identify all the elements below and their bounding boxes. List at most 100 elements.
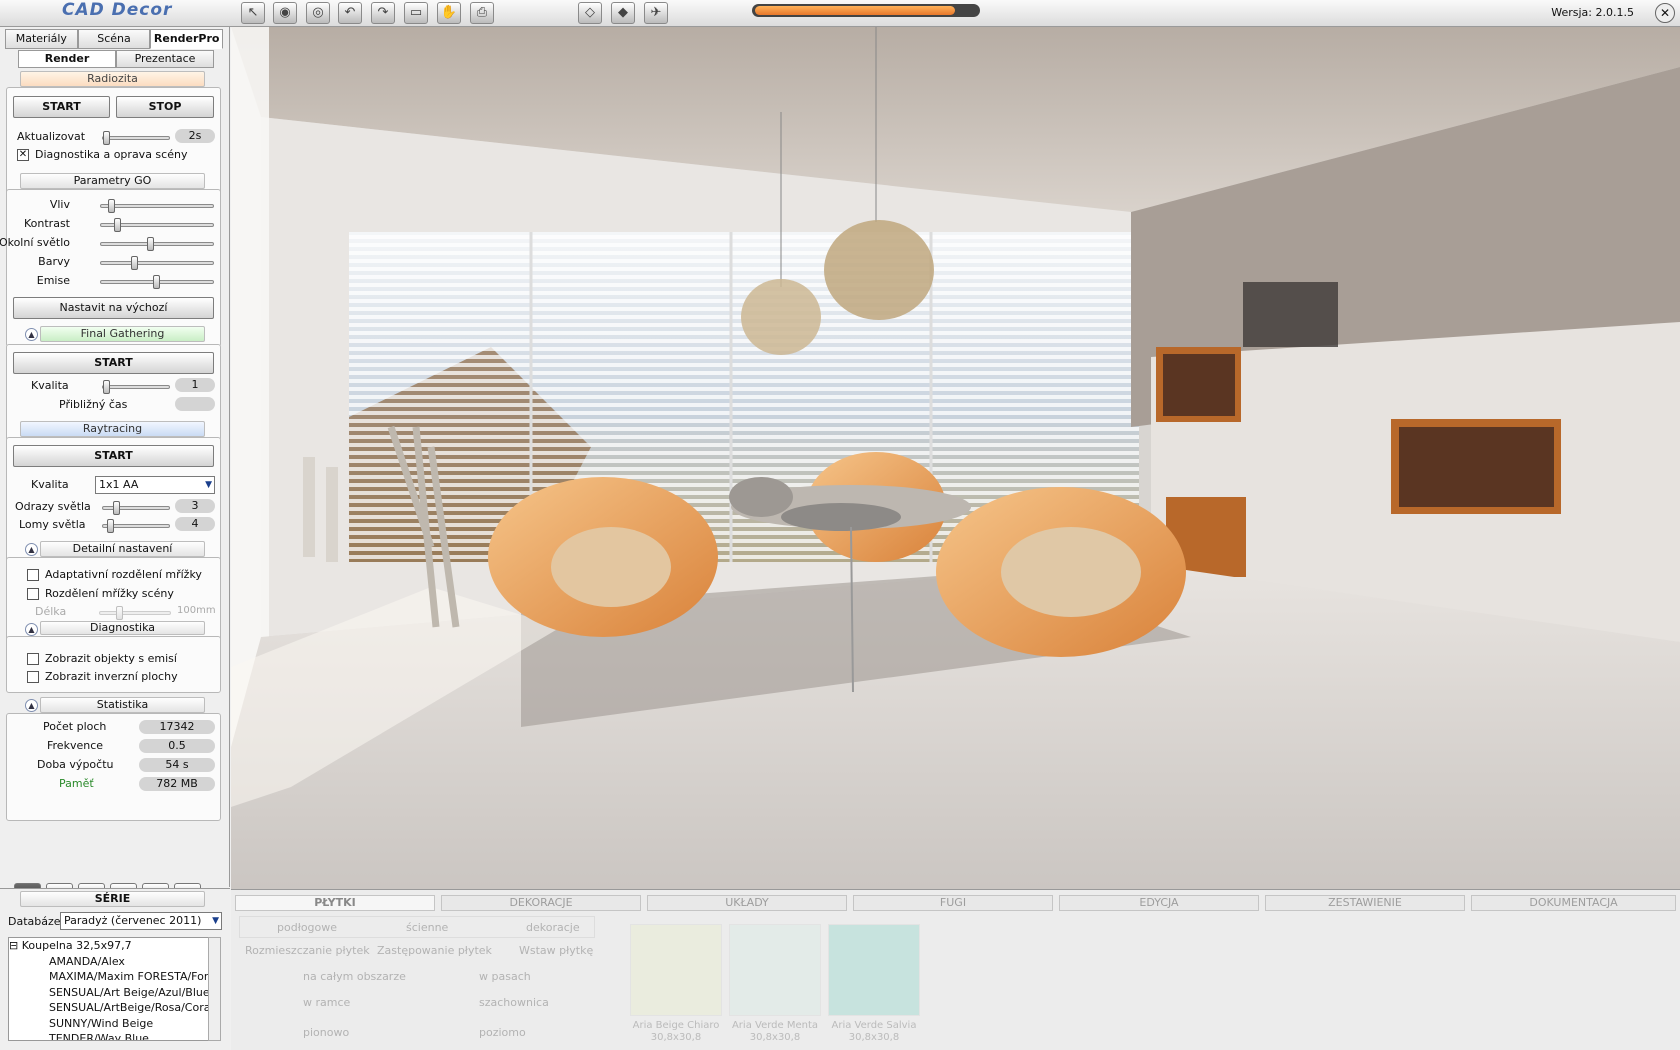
- tree-scrollbar[interactable]: [208, 937, 221, 1041]
- database-select[interactable]: Paradyż (červenec 2011) ▼: [60, 912, 222, 930]
- option-stripes[interactable]: w pasach: [479, 970, 531, 983]
- subtab-replace[interactable]: Zastępowanie płytek: [377, 944, 492, 957]
- cube-solid-icon[interactable]: ◆: [611, 2, 635, 24]
- go-slider-3[interactable]: [100, 256, 214, 270]
- detail-collapse-icon[interactable]: ▲: [25, 543, 38, 556]
- radiosity-stop-button[interactable]: STOP: [116, 96, 214, 118]
- tile-swatch-1[interactable]: [729, 924, 821, 1016]
- eye-icon[interactable]: ◉: [273, 2, 297, 24]
- tile-swatch-0[interactable]: [630, 924, 722, 1016]
- cube-wire-icon[interactable]: ◇: [578, 2, 602, 24]
- fg-quality-knob[interactable]: [103, 380, 110, 394]
- tab-edycja[interactable]: EDYCJA: [1059, 895, 1259, 911]
- diag-collapse-icon[interactable]: ▲: [25, 623, 38, 636]
- tab-materials[interactable]: Materiály: [5, 29, 78, 49]
- go-slider-knob-1[interactable]: [113, 218, 121, 232]
- series-header[interactable]: SÉRIE: [20, 891, 205, 907]
- mode-wall[interactable]: ścienne: [406, 921, 448, 934]
- update-label: Aktualizovat: [17, 130, 86, 143]
- go-label-2: Okolní světlo: [0, 236, 70, 249]
- go-slider-knob-2[interactable]: [147, 237, 155, 251]
- tree-item[interactable]: SENSUAL/ArtBeige/Rosa/Cora: [9, 1000, 210, 1016]
- tab-dekoracje[interactable]: DEKORACJE: [441, 895, 641, 911]
- tree-item[interactable]: SENSUAL/Art Beige/Azul/Blue: [9, 985, 210, 1001]
- diagnostics-checkbox[interactable]: ✕: [17, 149, 29, 161]
- tree-collapse-icon[interactable]: ⊟: [9, 939, 18, 952]
- adaptive-grid-checkbox[interactable]: [27, 569, 39, 581]
- radiosity-start-button[interactable]: START: [13, 96, 110, 118]
- eye-alt-icon[interactable]: ◎: [306, 2, 330, 24]
- mode-floor[interactable]: podłogowe: [277, 921, 337, 934]
- close-icon[interactable]: ✕: [1655, 3, 1675, 23]
- tree-item[interactable]: MAXIMA/Maxim FORESTA/For: [9, 969, 210, 985]
- detail-header[interactable]: Detailní nastavení: [40, 541, 205, 557]
- tree-item[interactable]: TENDER/Way Blue: [9, 1031, 210, 1040]
- chevron-down-icon: ▼: [212, 916, 219, 926]
- fg-collapse-icon[interactable]: ▲: [25, 328, 38, 341]
- print-icon[interactable]: ⎙: [470, 2, 494, 24]
- series-tree[interactable]: ⊟ Koupelna 32,5x97,7 AMANDA/Alex MAXIMA/…: [8, 937, 211, 1041]
- reset-defaults-button[interactable]: Nastavit na výchozí: [13, 297, 214, 319]
- tree-item[interactable]: AMANDA/Alex: [9, 954, 210, 970]
- go-slider-1[interactable]: [100, 218, 214, 232]
- go-slider-knob-4[interactable]: [153, 275, 160, 289]
- subtab-placement[interactable]: Rozmieszczanie płytek: [245, 944, 370, 957]
- option-vertical[interactable]: pionowo: [303, 1026, 349, 1039]
- update-slider-knob[interactable]: [103, 131, 110, 145]
- refractions-knob[interactable]: [107, 519, 114, 533]
- tree-item[interactable]: SUNNY/Wind Beige: [9, 1016, 210, 1032]
- tab-scene[interactable]: Scéna: [77, 29, 151, 49]
- tab-dokumentacja[interactable]: DOKUMENTACJA: [1471, 895, 1676, 911]
- show-inverse-checkbox[interactable]: [27, 671, 39, 683]
- render-viewport[interactable]: [231, 27, 1680, 889]
- tab-render[interactable]: Render: [18, 50, 116, 68]
- fg-header[interactable]: Final Gathering: [40, 326, 205, 342]
- stats-header[interactable]: Statistika: [40, 697, 205, 713]
- go-slider-2[interactable]: [100, 237, 214, 251]
- scene-grid-checkbox[interactable]: [27, 588, 39, 600]
- option-horizontal[interactable]: poziomo: [479, 1026, 526, 1039]
- pointer-icon[interactable]: ↖: [241, 2, 265, 24]
- hand-icon[interactable]: ✋: [437, 2, 461, 24]
- raytracing-start-button[interactable]: START: [13, 445, 214, 467]
- redo-icon[interactable]: ↷: [371, 2, 395, 24]
- option-checker[interactable]: szachownica: [479, 996, 549, 1009]
- show-inverse-label: Zobrazit inverzní plochy: [45, 670, 178, 683]
- tab-renderpro[interactable]: RenderPro: [150, 29, 224, 49]
- render-settings-panel: Materiály Scéna RenderPro Render Prezent…: [0, 27, 230, 908]
- reflections-knob[interactable]: [113, 501, 120, 515]
- diag-panel: Zobrazit objekty s emisí Zobrazit inverz…: [6, 636, 221, 693]
- update-slider[interactable]: [102, 131, 170, 145]
- go-slider-knob-3[interactable]: [130, 256, 138, 270]
- tab-fugi[interactable]: FUGI: [853, 895, 1053, 911]
- length-knob[interactable]: [116, 606, 123, 620]
- mode-decor[interactable]: dekoracje: [526, 921, 580, 934]
- go-slider-4[interactable]: [100, 275, 214, 289]
- raytracing-header[interactable]: Raytracing: [20, 421, 205, 437]
- frame-icon[interactable]: ▭: [404, 2, 428, 24]
- rt-quality-select[interactable]: 1x1 AA ▼: [95, 476, 215, 494]
- length-slider[interactable]: [99, 606, 171, 620]
- tile-swatch-2[interactable]: [828, 924, 920, 1016]
- show-emit-checkbox[interactable]: [27, 653, 39, 665]
- radiosity-header[interactable]: Radiozita: [20, 71, 205, 87]
- tree-root-node[interactable]: ⊟ Koupelna 32,5x97,7: [9, 938, 210, 954]
- tab-plytki[interactable]: PŁYTKI: [235, 895, 435, 911]
- undo-icon[interactable]: ↶: [338, 2, 362, 24]
- stats-collapse-icon[interactable]: ▲: [25, 699, 38, 712]
- option-whole-area[interactable]: na całym obszarze: [303, 970, 406, 983]
- fg-quality-slider[interactable]: [102, 380, 170, 394]
- refractions-slider[interactable]: [102, 519, 170, 533]
- fg-start-button[interactable]: START: [13, 352, 214, 374]
- go-slider-0[interactable]: [100, 199, 214, 213]
- bird-view-icon[interactable]: ✈: [644, 2, 668, 24]
- go-header[interactable]: Parametry GO: [20, 173, 205, 189]
- diag-header[interactable]: Diagnostika: [40, 621, 205, 635]
- option-frame[interactable]: w ramce: [303, 996, 350, 1009]
- tab-zestawienie[interactable]: ZESTAWIENIE: [1265, 895, 1465, 911]
- tab-uklady[interactable]: UKŁADY: [647, 895, 847, 911]
- reflections-slider[interactable]: [102, 501, 170, 515]
- tab-presentation[interactable]: Prezentace: [116, 50, 214, 68]
- go-slider-knob-0[interactable]: [108, 199, 116, 213]
- subtab-insert[interactable]: Wstaw płytkę: [519, 944, 593, 957]
